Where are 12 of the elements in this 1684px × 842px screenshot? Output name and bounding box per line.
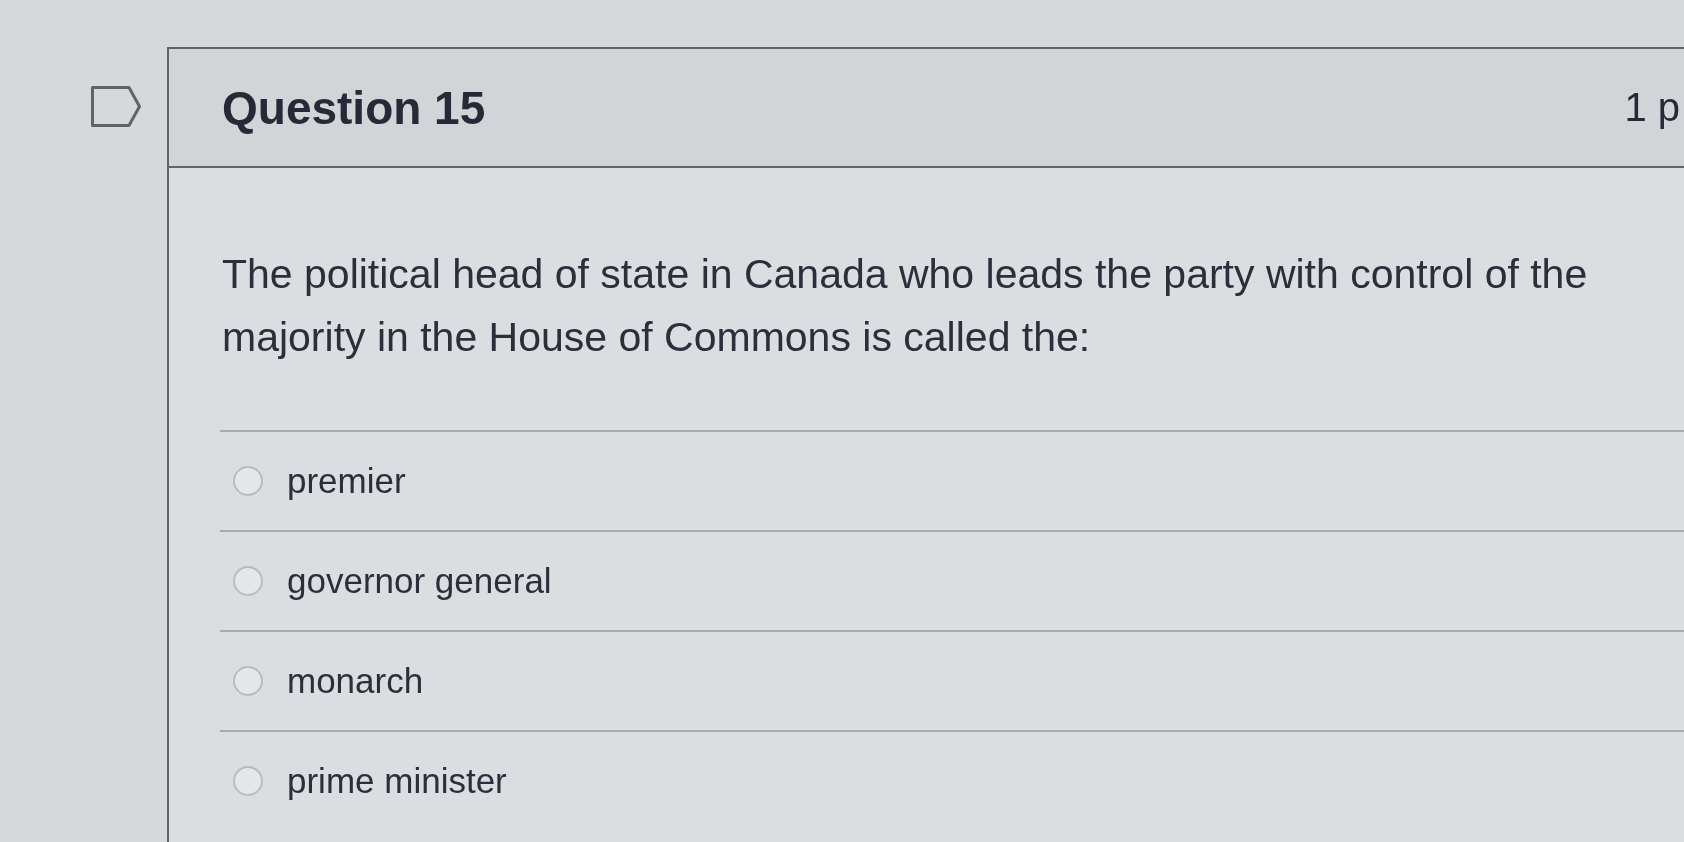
answer-text: governor general	[287, 560, 552, 602]
points-label: 1 p	[1624, 85, 1680, 130]
question-title: Question 15	[222, 80, 486, 135]
radio-button[interactable]	[233, 466, 263, 496]
question-text: The political head of state in Canada who leads the party with control of the majority in the House of Commons is called the:	[222, 250, 1589, 362]
answer-text: premier	[287, 460, 406, 502]
radio-button[interactable]	[233, 766, 263, 796]
answer-text: prime minister	[287, 760, 507, 802]
flag-icon[interactable]	[91, 86, 141, 127]
answer-text: monarch	[287, 660, 424, 702]
radio-button[interactable]	[233, 566, 263, 596]
radio-button[interactable]	[233, 666, 263, 696]
